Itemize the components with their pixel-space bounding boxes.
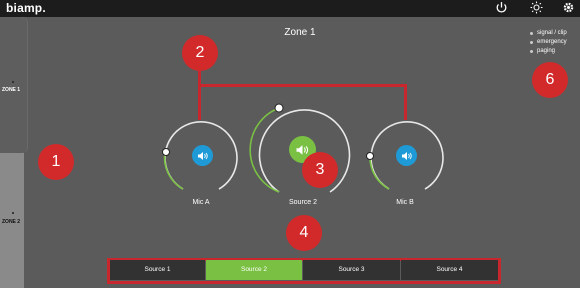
callout-3: 3: [302, 152, 338, 188]
source-2-button[interactable]: Source 2: [206, 260, 302, 280]
top-bar: biamp.: [0, 0, 580, 17]
legend-item-emergency: emergency: [530, 38, 567, 47]
source-3-button[interactable]: Source 3: [303, 260, 400, 280]
brightness-icon[interactable]: [530, 1, 543, 19]
zone-1-indicator: [12, 81, 14, 83]
mic-a-mute-button[interactable]: [192, 145, 213, 166]
zone-1-label: ZONE 1: [2, 87, 21, 93]
zone-2-indicator: [12, 212, 14, 214]
status-legend: signal / clip emergency paging: [530, 29, 567, 56]
speaker-icon: [197, 151, 208, 160]
callout-1: 1: [38, 144, 74, 180]
power-icon[interactable]: [495, 1, 508, 19]
legend-item-paging: paging: [530, 47, 567, 56]
callout-bracket-right: [404, 84, 407, 120]
callout-2: 2: [182, 35, 218, 71]
source-4-button[interactable]: Source 4: [401, 260, 498, 280]
source-1-button[interactable]: Source 1: [110, 260, 205, 280]
legend-item-signal-clip: signal / clip: [530, 29, 567, 38]
zone-title: Zone 1: [284, 27, 316, 38]
mic-b-mute-button[interactable]: [396, 145, 417, 166]
callout-bracket-left: [198, 66, 201, 120]
zone-2-tab[interactable]: ZONE 2: [0, 200, 24, 240]
speaker-icon: [401, 151, 412, 160]
biamp-logo: biamp.: [6, 1, 46, 15]
settings-gear-icon[interactable]: [562, 1, 575, 19]
speaker-icon: [296, 144, 309, 155]
callout-4: 4: [286, 215, 322, 251]
callout-6: 6: [532, 62, 568, 98]
zone-2-label: ZONE 2: [2, 219, 21, 225]
zone-1-tab[interactable]: ZONE 1: [0, 17, 28, 153]
callout-bracket-top: [198, 84, 407, 87]
mic-a-label: Mic A: [192, 199, 210, 206]
mic-b-label: Mic B: [396, 199, 414, 206]
source-2-label: Source 2: [288, 199, 318, 206]
